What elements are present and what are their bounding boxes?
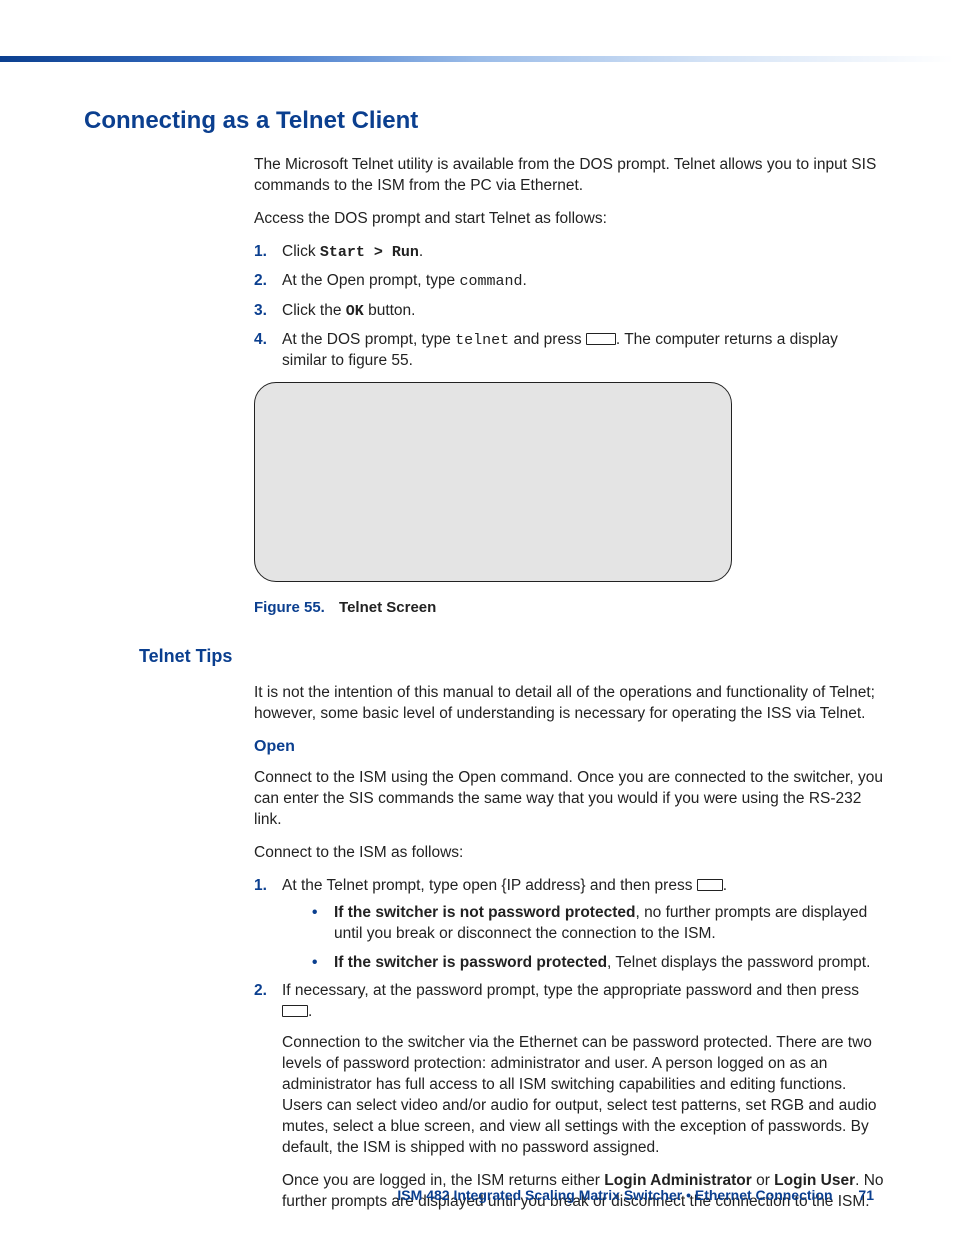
code-start-run: Start > Run bbox=[320, 244, 419, 261]
code-ok: OK bbox=[346, 303, 364, 320]
step-number: 2. bbox=[254, 271, 267, 292]
figure-55-placeholder bbox=[254, 382, 732, 582]
bullet-rest: , Telnet displays the password prompt. bbox=[607, 954, 870, 971]
enter-key-icon bbox=[586, 333, 616, 345]
bullet-bold: If the switcher is not password protecte… bbox=[334, 904, 635, 921]
step-text: Click bbox=[282, 243, 320, 260]
step-number: 1. bbox=[254, 242, 267, 263]
figure-caption: Figure 55. Telnet Screen bbox=[254, 598, 884, 618]
step-text: . bbox=[523, 272, 527, 289]
page-footer: ISM 482 Integrated Scaling Matrix Switch… bbox=[0, 1186, 954, 1205]
open-steps-list: 1. At the Telnet prompt, type open {IP a… bbox=[254, 876, 884, 1213]
telnet-tips-heading: Telnet Tips bbox=[139, 644, 884, 668]
tips-intro: It is not the intention of this manual t… bbox=[254, 683, 884, 725]
code-telnet: telnet bbox=[455, 332, 509, 349]
intro-paragraph-1: The Microsoft Telnet utility is availabl… bbox=[254, 155, 884, 197]
step-text: At the Telnet prompt, type open {IP addr… bbox=[282, 877, 697, 894]
bullet-bold: If the switcher is password protected bbox=[334, 954, 607, 971]
step-text: . bbox=[723, 877, 727, 894]
open-paragraph-1: Connect to the ISM using the Open comman… bbox=[254, 768, 884, 831]
footer-page-number: 71 bbox=[858, 1187, 874, 1203]
enter-key-icon bbox=[282, 1005, 308, 1017]
step-text: At the Open prompt, type bbox=[282, 272, 460, 289]
page-title: Connecting as a Telnet Client bbox=[84, 105, 884, 137]
step-3: 3. Click the OK button. bbox=[254, 301, 884, 322]
setup-steps-list: 1. Click Start > Run. 2. At the Open pro… bbox=[254, 242, 884, 372]
step-text: Click the bbox=[282, 302, 346, 319]
step-4: 4. At the DOS prompt, type telnet and pr… bbox=[254, 330, 884, 372]
step-number: 4. bbox=[254, 330, 267, 351]
code-command: command bbox=[460, 273, 523, 290]
step-number: 1. bbox=[254, 876, 267, 897]
open-step-1: 1. At the Telnet prompt, type open {IP a… bbox=[254, 876, 884, 974]
header-gradient-bar bbox=[0, 56, 954, 62]
bullet-not-protected: If the switcher is not password protecte… bbox=[312, 903, 884, 945]
bullet-protected: If the switcher is password protected, T… bbox=[312, 953, 884, 974]
figure-label: Figure 55. bbox=[254, 599, 325, 616]
open-step-2-paragraph: Connection to the switcher via the Ether… bbox=[282, 1033, 884, 1159]
step-2: 2. At the Open prompt, type command. bbox=[254, 271, 884, 292]
intro-paragraph-2: Access the DOS prompt and start Telnet a… bbox=[254, 209, 884, 230]
step-text: At the DOS prompt, type bbox=[282, 331, 455, 348]
step-1: 1. Click Start > Run. bbox=[254, 242, 884, 263]
step-number: 3. bbox=[254, 301, 267, 322]
step-text: . bbox=[419, 243, 423, 260]
open-paragraph-2: Connect to the ISM as follows: bbox=[254, 843, 884, 864]
step-text: and press bbox=[509, 331, 586, 348]
step-text: . bbox=[308, 1003, 312, 1020]
open-step-1-bullets: If the switcher is not password protecte… bbox=[312, 903, 884, 974]
figure-title: Telnet Screen bbox=[339, 599, 436, 616]
page-content: Connecting as a Telnet Client The Micros… bbox=[84, 105, 884, 1225]
open-heading: Open bbox=[254, 736, 884, 758]
step-text: button. bbox=[364, 302, 416, 319]
step-number: 2. bbox=[254, 981, 267, 1002]
open-step-2: 2. If necessary, at the password prompt,… bbox=[254, 981, 884, 1212]
footer-title: ISM 482 Integrated Scaling Matrix Switch… bbox=[397, 1187, 832, 1203]
enter-key-icon bbox=[697, 879, 723, 891]
step-text: If necessary, at the password prompt, ty… bbox=[282, 982, 859, 999]
